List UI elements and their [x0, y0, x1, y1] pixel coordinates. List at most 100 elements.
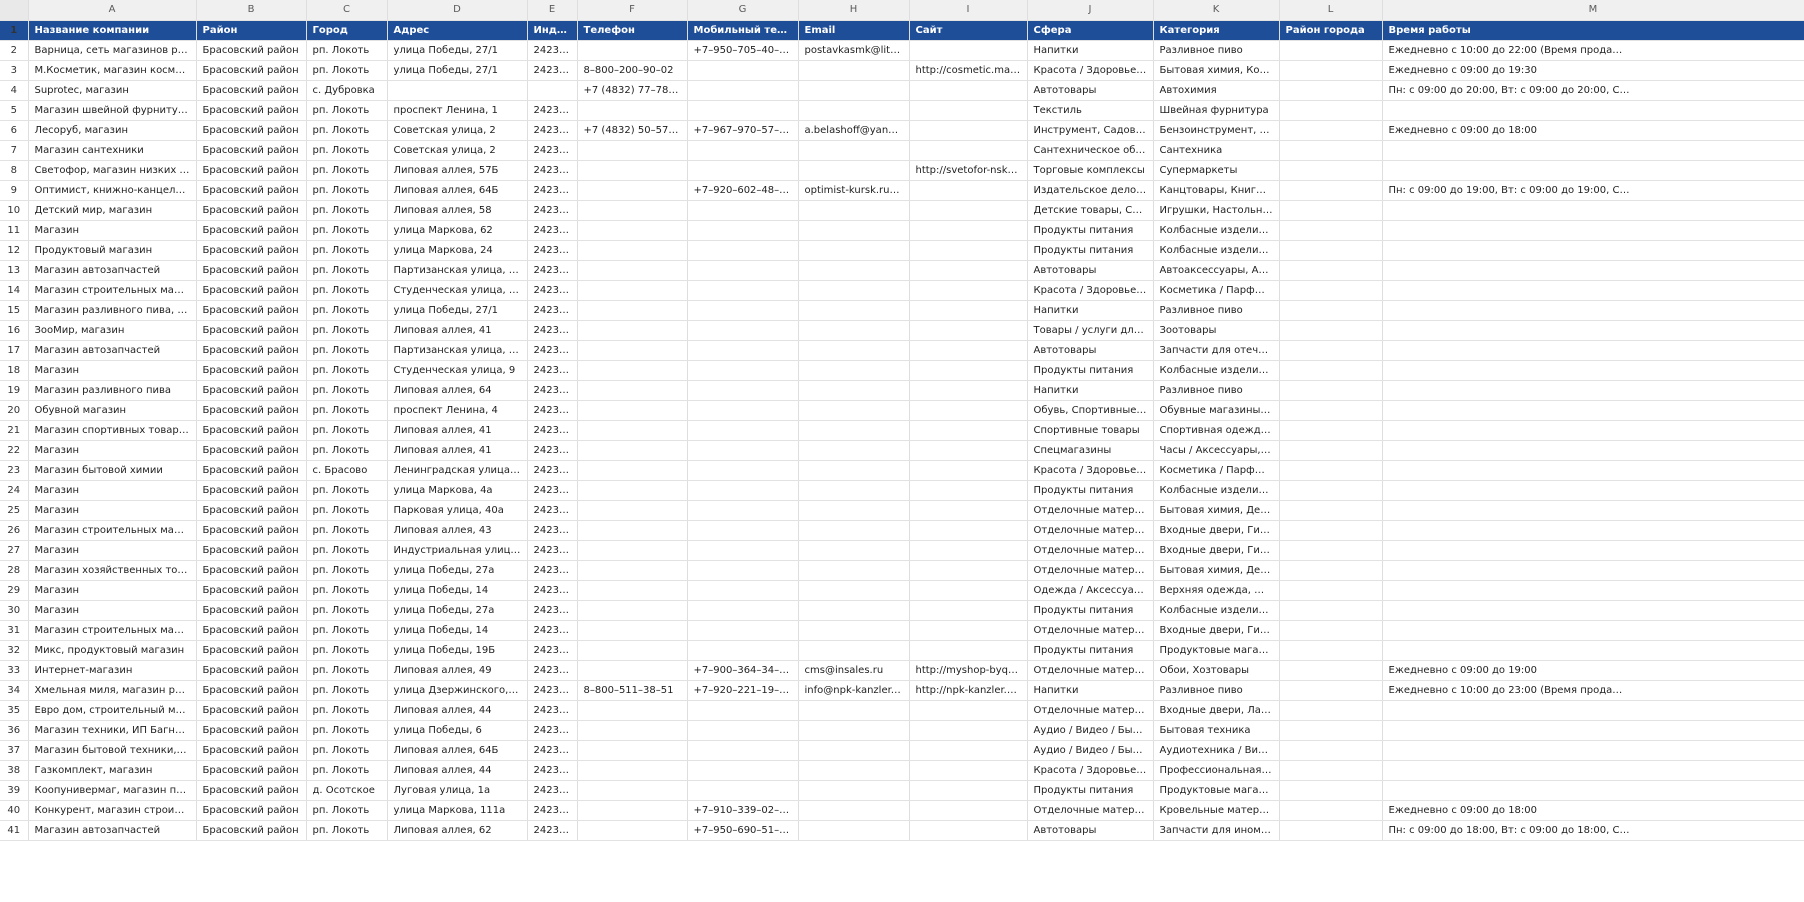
- table-cell[interactable]: +7–910–339–02–33: [687, 800, 799, 821]
- table-cell[interactable]: Луговая улица, 1а: [387, 780, 528, 801]
- table-cell[interactable]: Бензоинструмент, Садовы…: [1153, 120, 1280, 141]
- table-cell[interactable]: [909, 360, 1028, 381]
- column-letter-c[interactable]: C: [306, 0, 388, 21]
- table-cell[interactable]: [687, 280, 799, 301]
- table-cell[interactable]: Брасовский район: [196, 380, 307, 401]
- table-cell[interactable]: Евро дом, строительный магазин: [28, 700, 197, 721]
- table-cell[interactable]: [1279, 80, 1383, 101]
- table-cell[interactable]: Ежедневно с 10:00 до 23:00 (Время прода…: [1382, 680, 1804, 701]
- table-cell[interactable]: +7–900–364–34–49: [687, 660, 799, 681]
- table-cell[interactable]: [577, 740, 688, 761]
- table-cell[interactable]: 242300: [527, 440, 578, 461]
- table-cell[interactable]: Отделочные материалы, С…: [1027, 700, 1154, 721]
- table-cell[interactable]: [798, 200, 910, 221]
- table-cell[interactable]: улица Маркова, 4а: [387, 480, 528, 501]
- table-cell[interactable]: улица Победы, 19Б: [387, 640, 528, 661]
- row-number[interactable]: 34: [0, 680, 29, 701]
- table-cell[interactable]: Брасовский район: [196, 760, 307, 781]
- table-cell[interactable]: [909, 320, 1028, 341]
- table-cell[interactable]: Аудиотехника / Видеотехн…: [1153, 740, 1280, 761]
- table-cell[interactable]: рп. Локоть: [306, 420, 388, 441]
- table-cell[interactable]: Магазин швейной фурнитуры: [28, 100, 197, 121]
- table-cell[interactable]: [798, 280, 910, 301]
- table-cell[interactable]: [577, 160, 688, 181]
- table-cell[interactable]: [1382, 200, 1804, 221]
- table-cell[interactable]: рп. Локоть: [306, 120, 388, 141]
- header-cell[interactable]: Район города: [1279, 20, 1383, 41]
- table-cell[interactable]: Текстиль: [1027, 100, 1154, 121]
- table-cell[interactable]: Брасовский район: [196, 820, 307, 841]
- table-cell[interactable]: Бытовая химия, Косметика…: [1153, 60, 1280, 81]
- table-cell[interactable]: Продуктовый магазин: [28, 240, 197, 261]
- table-cell[interactable]: 242300: [527, 240, 578, 261]
- table-cell[interactable]: 242300: [527, 480, 578, 501]
- header-cell[interactable]: Адрес: [387, 20, 528, 41]
- table-cell[interactable]: [909, 700, 1028, 721]
- table-cell[interactable]: Брасовский район: [196, 440, 307, 461]
- table-cell[interactable]: Брасовский район: [196, 540, 307, 561]
- table-cell[interactable]: [577, 440, 688, 461]
- table-cell[interactable]: [1279, 660, 1383, 681]
- table-cell[interactable]: Светофор, магазин низких цен: [28, 160, 197, 181]
- table-cell[interactable]: [909, 600, 1028, 621]
- table-cell[interactable]: Бытовая химия, Декоратив…: [1153, 500, 1280, 521]
- table-cell[interactable]: [1279, 620, 1383, 641]
- row-number[interactable]: 7: [0, 140, 29, 161]
- table-cell[interactable]: 242300: [527, 640, 578, 661]
- table-cell[interactable]: [1382, 760, 1804, 781]
- table-cell[interactable]: Обувные магазины, Спорт…: [1153, 400, 1280, 421]
- table-cell[interactable]: Магазин строительных материалов: [28, 280, 197, 301]
- table-cell[interactable]: рп. Локоть: [306, 500, 388, 521]
- table-cell[interactable]: [909, 80, 1028, 101]
- table-cell[interactable]: Липовая аллея, 41: [387, 320, 528, 341]
- table-cell[interactable]: рп. Локоть: [306, 620, 388, 641]
- table-cell[interactable]: Брасовский район: [196, 420, 307, 441]
- table-cell[interactable]: Брасовский район: [196, 580, 307, 601]
- table-cell[interactable]: [687, 340, 799, 361]
- table-cell[interactable]: [1382, 520, 1804, 541]
- row-number[interactable]: 24: [0, 480, 29, 501]
- table-cell[interactable]: [577, 500, 688, 521]
- table-cell[interactable]: Газкомплект, магазин: [28, 760, 197, 781]
- table-cell[interactable]: Брасовский район: [196, 260, 307, 281]
- table-cell[interactable]: [798, 320, 910, 341]
- table-cell[interactable]: Напитки: [1027, 680, 1154, 701]
- column-letter-e[interactable]: E: [527, 0, 578, 21]
- table-cell[interactable]: 242300: [527, 800, 578, 821]
- table-cell[interactable]: Магазин: [28, 580, 197, 601]
- table-cell[interactable]: Советская улица, 2: [387, 120, 528, 141]
- table-cell[interactable]: [798, 480, 910, 501]
- table-cell[interactable]: Разливное пиво: [1153, 380, 1280, 401]
- table-cell[interactable]: улица Победы, 14: [387, 580, 528, 601]
- table-cell[interactable]: рп. Локоть: [306, 800, 388, 821]
- table-cell[interactable]: [1279, 240, 1383, 261]
- table-cell[interactable]: [909, 300, 1028, 321]
- table-cell[interactable]: Липовая аллея, 44: [387, 700, 528, 721]
- table-cell[interactable]: [1382, 720, 1804, 741]
- select-all-corner[interactable]: [0, 0, 29, 21]
- table-cell[interactable]: 242300: [527, 720, 578, 741]
- table-cell[interactable]: Брасовский район: [196, 500, 307, 521]
- table-cell[interactable]: [909, 180, 1028, 201]
- table-cell[interactable]: 242300: [527, 200, 578, 221]
- table-cell[interactable]: Брасовский район: [196, 340, 307, 361]
- table-cell[interactable]: [1279, 160, 1383, 181]
- table-cell[interactable]: Магазин бытовой техники, ИП Багню…: [28, 740, 197, 761]
- table-cell[interactable]: [798, 400, 910, 421]
- row-number[interactable]: 33: [0, 660, 29, 681]
- table-cell[interactable]: [1279, 400, 1383, 421]
- table-cell[interactable]: Партизанская улица, 19: [387, 340, 528, 361]
- table-cell[interactable]: Спортивная одежда / обув…: [1153, 420, 1280, 441]
- table-cell[interactable]: [909, 720, 1028, 741]
- table-cell[interactable]: [1382, 640, 1804, 661]
- table-cell[interactable]: рп. Локоть: [306, 240, 388, 261]
- table-cell[interactable]: Брасовский район: [196, 800, 307, 821]
- table-cell[interactable]: [1382, 780, 1804, 801]
- table-cell[interactable]: [909, 140, 1028, 161]
- table-cell[interactable]: [577, 300, 688, 321]
- table-cell[interactable]: Продукты питания: [1027, 480, 1154, 501]
- row-number[interactable]: 4: [0, 80, 29, 101]
- table-cell[interactable]: [909, 760, 1028, 781]
- table-cell[interactable]: [1279, 820, 1383, 841]
- table-cell[interactable]: Пн: с 09:00 до 20:00, Вт: с 09:00 до 20:…: [1382, 80, 1804, 101]
